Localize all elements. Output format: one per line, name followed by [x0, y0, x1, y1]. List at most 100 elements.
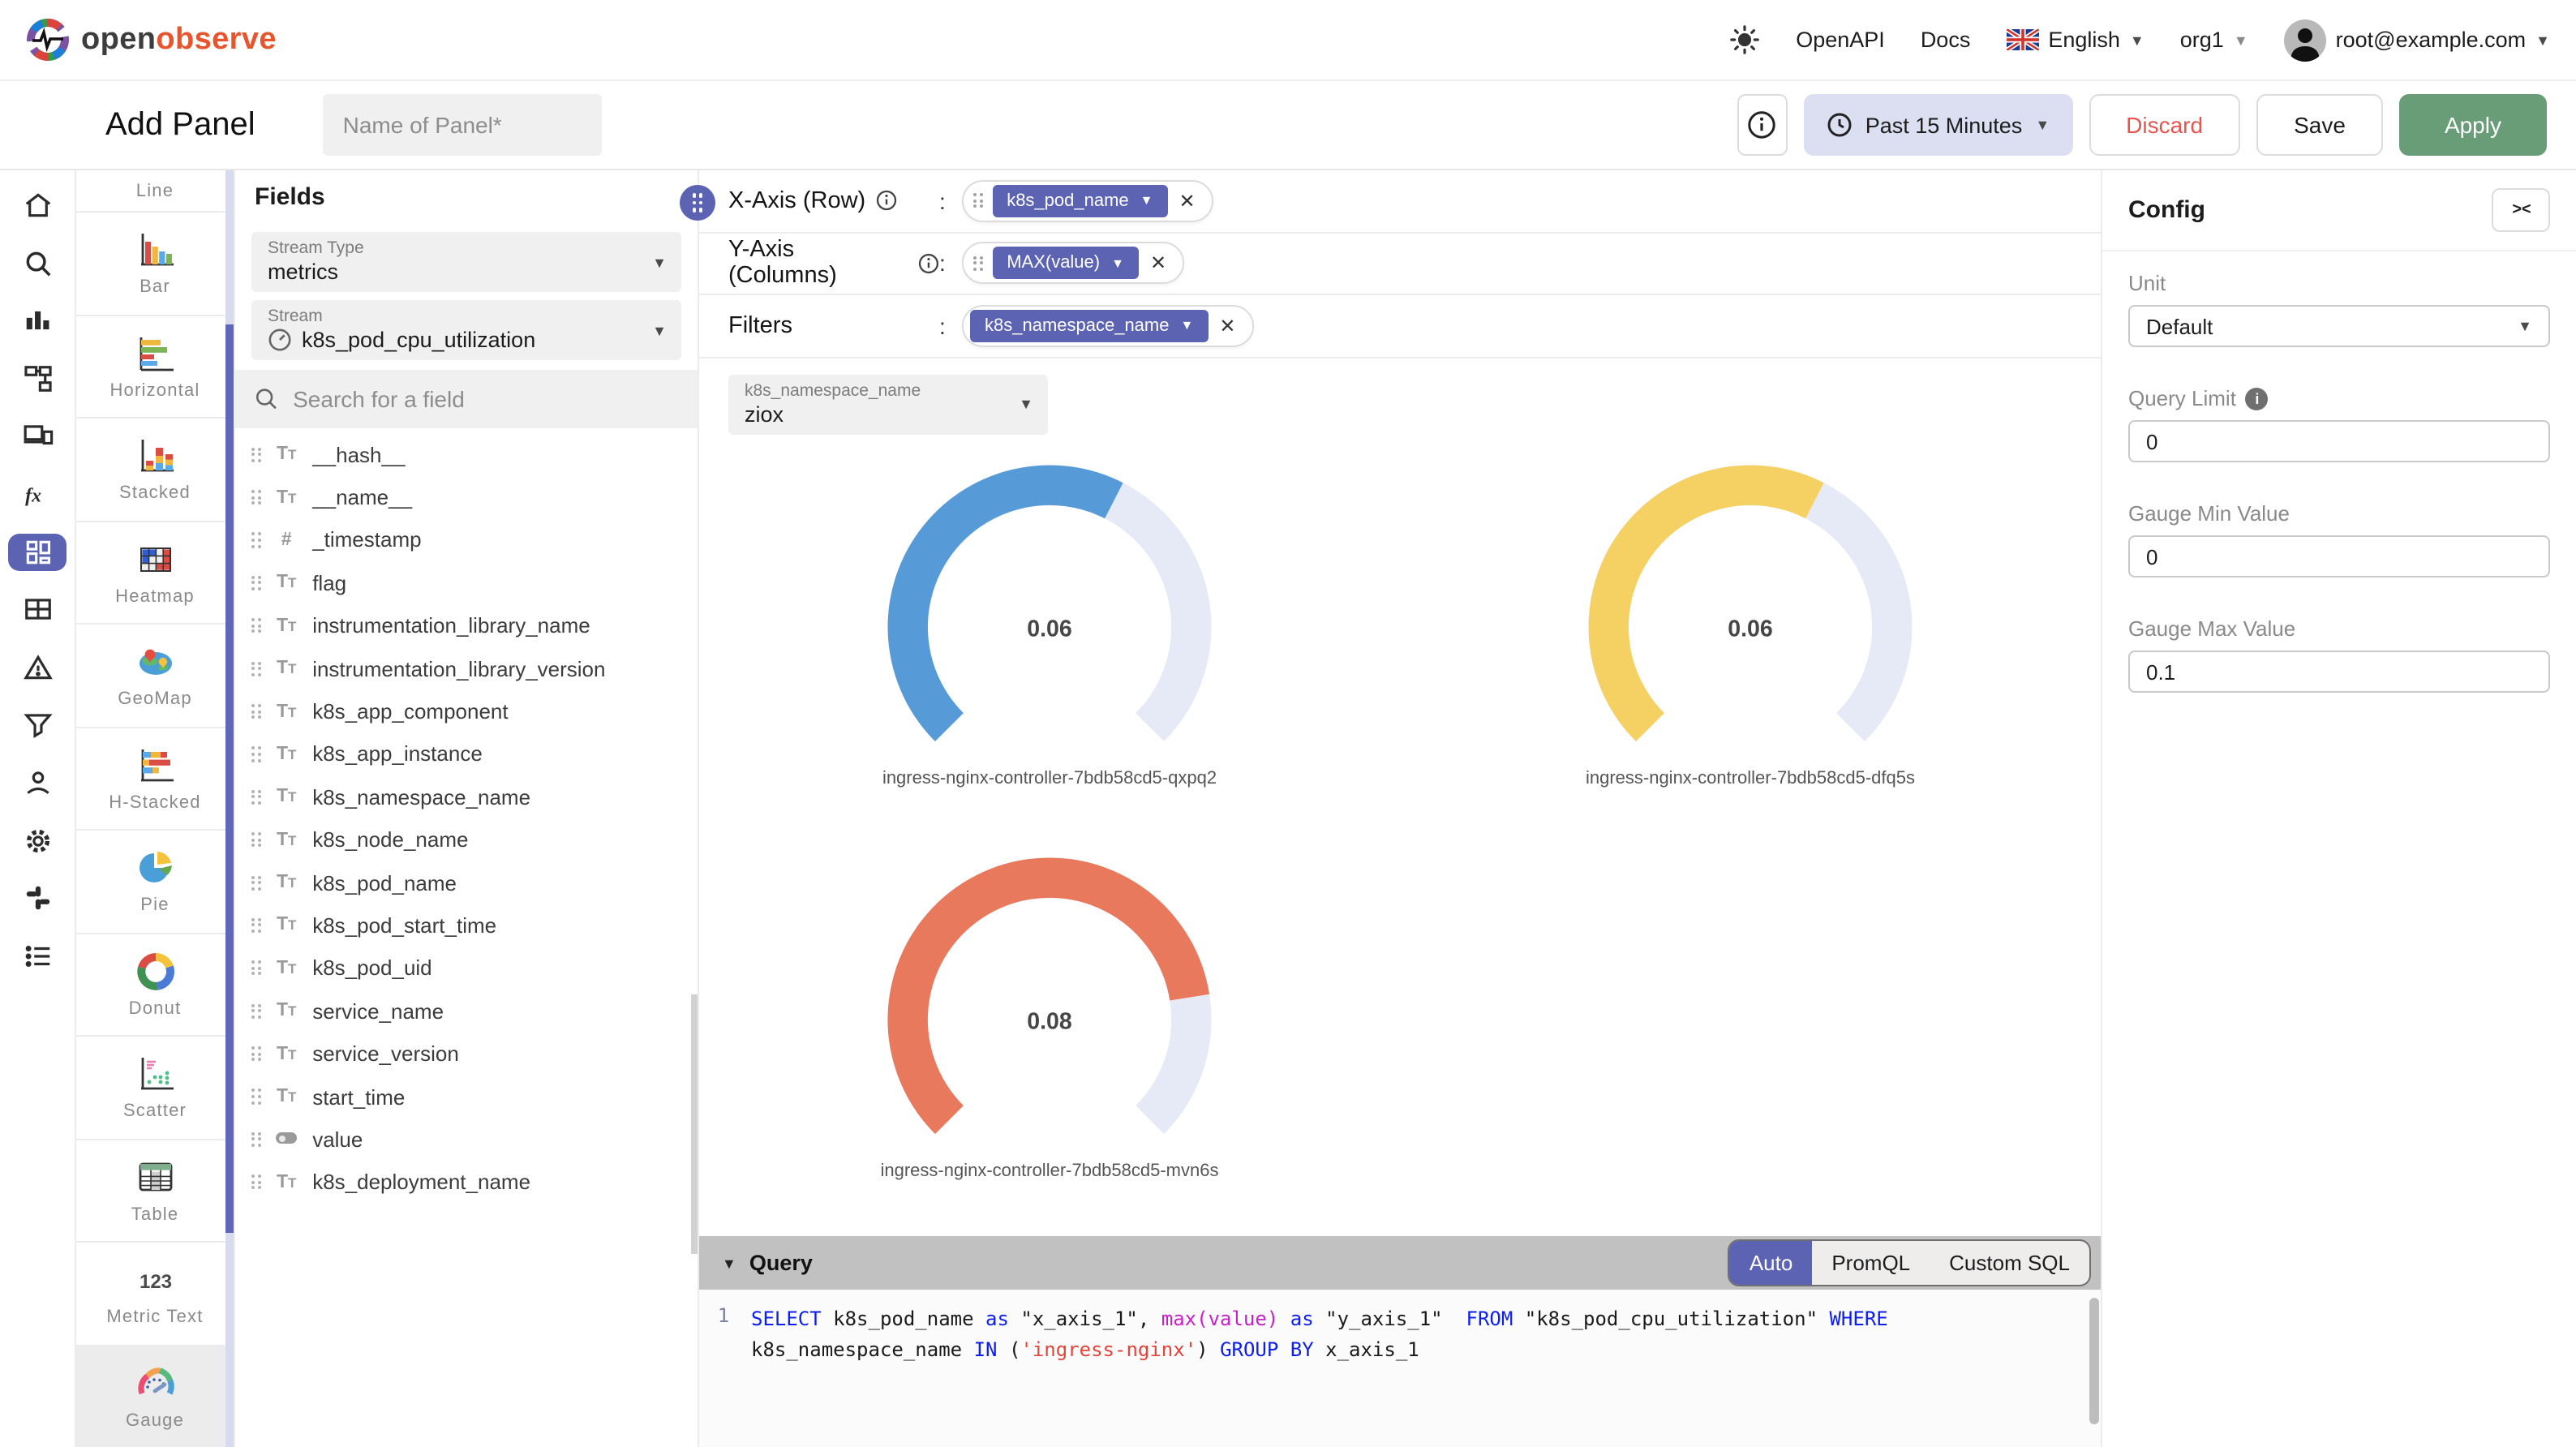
- field-item-k8s_pod_start_time[interactable]: TTk8s_pod_start_time: [235, 904, 698, 947]
- chart-type-pie[interactable]: Pie: [76, 831, 234, 934]
- sidebar-item-pipelines[interactable]: [8, 360, 67, 397]
- panel-name-input[interactable]: [324, 94, 603, 156]
- field-item-k8s_namespace_name[interactable]: TTk8s_namespace_name: [235, 775, 698, 818]
- editor-scrollbar-thumb[interactable]: [2089, 1298, 2099, 1424]
- gauge-arc: 0.06: [865, 457, 1234, 765]
- field-item-_timestamp[interactable]: #_timestamp: [235, 519, 698, 562]
- field-item-k8s_pod_name[interactable]: TTk8s_pod_name: [235, 861, 698, 904]
- sidebar-item-logs[interactable]: [8, 302, 67, 339]
- field-item-k8s_deployment_name[interactable]: TTk8s_deployment_name: [235, 1161, 698, 1204]
- stream-type-select[interactable]: Stream Type metrics ▼: [251, 232, 681, 292]
- sidebar-item-about[interactable]: [8, 937, 67, 974]
- chart-type-bar[interactable]: Bar: [76, 213, 234, 316]
- theme-toggle-icon[interactable]: [1729, 24, 1760, 55]
- sidebar-item-home[interactable]: [8, 187, 67, 224]
- field-search-input[interactable]: [293, 386, 678, 412]
- sidebar-item-settings[interactable]: [8, 822, 67, 859]
- field-item-k8s_app_instance[interactable]: TTk8s_app_instance: [235, 732, 698, 775]
- gauge-max-label: Gauge Max Value: [2128, 616, 2550, 641]
- chart-list-scrollbar[interactable]: [225, 170, 234, 1447]
- query-tab-custom-sql[interactable]: Custom SQL: [1930, 1241, 2089, 1285]
- drag-dots-icon[interactable]: [973, 255, 982, 270]
- remove-filter-field-button[interactable]: ✕: [1219, 315, 1235, 337]
- field-item-flag[interactable]: TTflag: [235, 561, 698, 604]
- field-item-service_name[interactable]: TTservice_name: [235, 990, 698, 1033]
- sidebar-item-alerts[interactable]: [8, 649, 67, 686]
- field-item-k8s_node_name[interactable]: TTk8s_node_name: [235, 818, 698, 861]
- y-axis-field-dropdown[interactable]: MAX(value)▼: [992, 247, 1139, 280]
- chart-type-line[interactable]: Line: [76, 170, 234, 213]
- sidebar-item-integrations[interactable]: [8, 879, 67, 917]
- time-range-selector[interactable]: Past 15 Minutes ▼: [1804, 94, 2072, 156]
- sidebar-item-functions[interactable]: fx: [8, 475, 67, 513]
- sql-query-text[interactable]: SELECT k8s_pod_name as "x_axis_1", max(v…: [748, 1290, 2101, 1447]
- sidebar-item-search[interactable]: [8, 244, 67, 281]
- query-tab-promql[interactable]: PromQL: [1812, 1241, 1930, 1285]
- drag-dots-icon: [251, 1174, 260, 1189]
- panel-editor-main: X-Axis (Row) : k8s_pod_name▼ ✕ Y-Axis (C…: [699, 170, 2101, 1447]
- chart-type-geomap[interactable]: GeoMap: [76, 625, 234, 728]
- query-tab-auto[interactable]: Auto: [1730, 1241, 1813, 1285]
- chevron-down-icon: ▼: [1140, 194, 1153, 208]
- org-selector[interactable]: org1 ▼: [2180, 28, 2248, 52]
- filters-row: Filters : k8s_namespace_name▼ ✕: [699, 295, 2101, 358]
- sidebar-item-dashboards[interactable]: [8, 533, 67, 570]
- scatter-chart-icon: [134, 1054, 176, 1096]
- gauge-max-input[interactable]: [2146, 659, 2532, 684]
- sidebar-item-users[interactable]: [8, 764, 67, 801]
- search-icon: [255, 386, 278, 412]
- panel-drag-handle[interactable]: [680, 185, 715, 221]
- chart-type-horizontal[interactable]: Horizontal: [76, 316, 234, 419]
- chart-type-scatter[interactable]: Scatter: [76, 1037, 234, 1140]
- unit-select[interactable]: Default ▼: [2128, 305, 2550, 347]
- chart-type-donut[interactable]: Donut: [76, 934, 234, 1037]
- info-icon: [918, 253, 939, 274]
- chart-type-stacked[interactable]: Stacked: [76, 419, 234, 522]
- chart-type-table[interactable]: Table: [76, 1140, 234, 1243]
- stream-select[interactable]: Stream k8s_pod_cpu_utilization ▼: [251, 300, 681, 360]
- save-button[interactable]: Save: [2256, 94, 2383, 156]
- x-axis-field-dropdown[interactable]: k8s_pod_name▼: [992, 185, 1167, 217]
- openobserve-logo[interactable]: openobserve: [26, 18, 277, 62]
- gauge-min-input[interactable]: [2146, 544, 2532, 569]
- nav-openapi-link[interactable]: OpenAPI: [1796, 28, 1885, 52]
- panel-info-button[interactable]: [1737, 94, 1788, 156]
- namespace-filter-select[interactable]: k8s_namespace_name ziox ▼: [728, 374, 1048, 434]
- sql-editor[interactable]: 1 SELECT k8s_pod_name as "x_axis_1", max…: [699, 1290, 2101, 1447]
- field-item-k8s_app_component[interactable]: TTk8s_app_component: [235, 690, 698, 733]
- nav-docs-link[interactable]: Docs: [1921, 28, 1971, 52]
- filter-field-chip: k8s_namespace_name▼ ✕: [962, 305, 1253, 347]
- sidebar-item-rum[interactable]: [8, 418, 67, 455]
- field-item-value[interactable]: value: [235, 1119, 698, 1161]
- sidebar-item-streams[interactable]: [8, 590, 67, 628]
- field-item-service_version[interactable]: TTservice_version: [235, 1033, 698, 1076]
- chart-type-heatmap[interactable]: Heatmap: [76, 522, 234, 625]
- language-selector[interactable]: English ▼: [2006, 28, 2144, 52]
- apply-button[interactable]: Apply: [2399, 94, 2547, 156]
- filter-field-dropdown[interactable]: k8s_namespace_name▼: [970, 310, 1208, 342]
- query-collapse-toggle[interactable]: ▼ Query: [722, 1251, 813, 1275]
- discard-button[interactable]: Discard: [2089, 94, 2240, 156]
- chart-type-h-stacked[interactable]: H-Stacked: [76, 728, 234, 831]
- remove-y-axis-field-button[interactable]: ✕: [1150, 252, 1166, 275]
- field-item-__name__[interactable]: TT__name__: [235, 476, 698, 519]
- field-item-instrumentation_library_version[interactable]: TTinstrumentation_library_version: [235, 647, 698, 690]
- text-type-icon: TT: [277, 745, 296, 764]
- field-item-start_time[interactable]: TTstart_time: [235, 1076, 698, 1119]
- panel-toolbar: Add Panel Past 15 Minutes ▼ Discard Save…: [0, 81, 2576, 170]
- drag-dots-icon: [251, 704, 260, 719]
- chart-type-metric-text[interactable]: 123Metric Text: [76, 1243, 234, 1346]
- remove-x-axis-field-button[interactable]: ✕: [1179, 190, 1196, 213]
- query-limit-input[interactable]: [2146, 429, 2532, 453]
- drag-dots-icon: [251, 661, 260, 676]
- field-list-scrollbar-thumb[interactable]: [691, 994, 698, 1254]
- field-item-k8s_pod_uid[interactable]: TTk8s_pod_uid: [235, 947, 698, 990]
- field-item-__hash__[interactable]: TT__hash__: [235, 433, 698, 476]
- drag-dots-icon[interactable]: [973, 193, 982, 208]
- config-collapse-button[interactable]: > <: [2492, 188, 2550, 232]
- field-item-instrumentation_library_name[interactable]: TTinstrumentation_library_name: [235, 604, 698, 647]
- user-menu[interactable]: root@example.com ▼: [2284, 19, 2550, 61]
- chart-type-gauge[interactable]: Gauge: [76, 1346, 234, 1447]
- chart-list-scrollbar-thumb[interactable]: [225, 324, 234, 1233]
- sidebar-item-filters[interactable]: [8, 706, 67, 744]
